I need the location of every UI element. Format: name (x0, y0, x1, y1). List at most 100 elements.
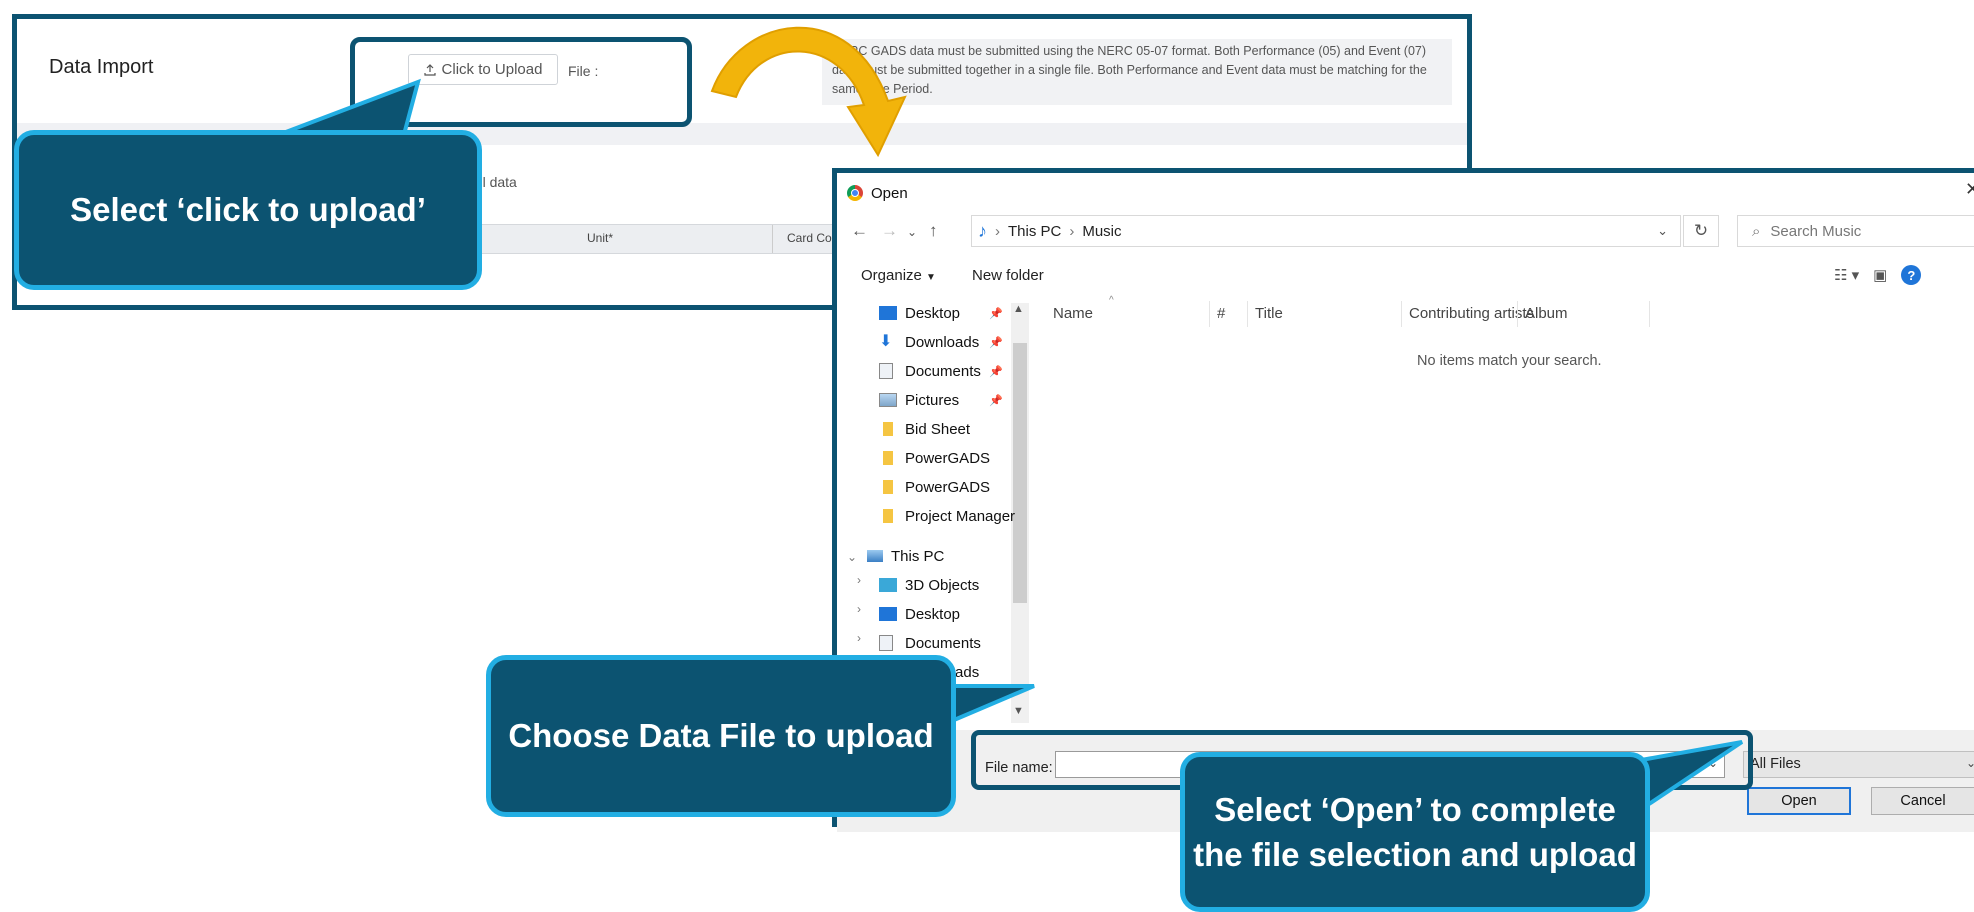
file-type-value: All Files (1750, 756, 1801, 772)
column-divider[interactable] (1649, 301, 1650, 327)
callout-select-upload: Select ‘click to upload’ (14, 130, 482, 290)
nav-item-documents[interactable]: Documents (879, 359, 981, 383)
search-icon: ⌕ (1752, 222, 1761, 240)
breadcrumb-separator-icon: › (1069, 222, 1075, 240)
search-input[interactable]: ⌕ Search Music (1737, 215, 1974, 247)
caret-down-icon: ▼ (926, 272, 936, 283)
chrome-icon (847, 185, 863, 201)
nav-item-project-manager[interactable]: Project Manager (879, 504, 1015, 528)
file-list-header: ^ Name # Title Contributing artists Albu… (1033, 295, 1974, 327)
empty-list-message: No items match your search. (1417, 353, 1602, 369)
breadcrumb-separator-icon: › (995, 222, 1000, 240)
3d-objects-icon (879, 578, 897, 592)
folder-icon (883, 509, 893, 523)
folder-icon (883, 422, 893, 436)
nav-item-label: PowerGADS (905, 478, 991, 496)
column-divider[interactable] (1209, 301, 1210, 327)
nav-item-label: 3D Objects (905, 576, 980, 594)
column-title[interactable]: Title (1255, 305, 1283, 322)
up-arrow-icon[interactable]: ↑ (929, 221, 938, 241)
music-note-icon: ♪ (978, 220, 987, 241)
breadcrumb-music[interactable]: Music (1082, 223, 1121, 240)
callout-select-open: Select ‘Open’ to complete the file selec… (1180, 752, 1650, 912)
nav-item-pictures[interactable]: Pictures (879, 388, 959, 412)
cancel-button[interactable]: Cancel (1871, 787, 1974, 815)
computer-icon (867, 550, 883, 562)
nav-item-desktop[interactable]: Desktop (879, 301, 960, 325)
folder-icon (883, 451, 893, 465)
pin-icon[interactable]: 📌 (989, 365, 1003, 378)
nav-item-3d-objects[interactable]: 3D Objects (879, 573, 979, 597)
nav-item-label: Downloads (905, 333, 980, 351)
chevron-down-icon[interactable]: ⌄ (1966, 756, 1974, 770)
nav-item-label: PowerGADS (905, 449, 991, 467)
documents-icon (879, 363, 893, 379)
command-bar: Organize ▼ New folder ☷ ▾ ▣ ? (837, 261, 1974, 291)
view-options-icon[interactable]: ☷ ▾ (1834, 266, 1859, 284)
column-card-code[interactable]: Card Cod (787, 231, 838, 245)
column-divider[interactable] (1247, 301, 1248, 327)
nav-item-bid-sheet[interactable]: Bid Sheet (879, 417, 970, 441)
documents-icon (879, 635, 893, 651)
folder-icon (883, 480, 893, 494)
view-controls: ☷ ▾ ▣ ? (1834, 265, 1922, 285)
chevron-right-icon[interactable]: › (857, 631, 861, 645)
downloads-icon: ⬇ (879, 333, 893, 350)
search-placeholder: Search Music (1770, 222, 1862, 240)
chevron-right-icon[interactable]: › (857, 573, 861, 587)
navigation-row: ← → ⌄ ↑ ♪ › This PC › Music ⌄ ↻ ⌕ Search… (837, 211, 1974, 251)
nav-item-powergads-2[interactable]: PowerGADS (879, 475, 990, 499)
back-arrow-icon[interactable]: ← (851, 221, 868, 241)
desktop-icon (879, 607, 897, 621)
nav-item-label: Bid Sheet (905, 420, 971, 438)
nav-item-label: Pictures (905, 391, 960, 409)
chevron-down-icon[interactable]: ⌄ (847, 550, 857, 564)
column-album[interactable]: Album (1525, 305, 1568, 322)
column-number[interactable]: # (1217, 305, 1225, 322)
help-icon[interactable]: ? (1901, 265, 1922, 285)
callout-line-1: Select ‘Open’ to complete (1214, 791, 1616, 828)
open-button[interactable]: Open (1747, 787, 1851, 815)
breadcrumb-this-pc[interactable]: This PC (1008, 223, 1061, 240)
nav-item-pc-documents[interactable]: Documents (879, 631, 981, 655)
new-folder-button[interactable]: New folder (972, 267, 1044, 284)
pictures-icon (879, 393, 897, 407)
nav-item-this-pc[interactable]: This PC (867, 544, 944, 568)
nav-item-label: Documents (905, 634, 981, 652)
nav-item-pc-desktop[interactable]: Desktop (879, 602, 960, 626)
callout-select-open-text: Select ‘Open’ to complete the file selec… (1193, 787, 1637, 877)
pin-icon[interactable]: 📌 (989, 394, 1003, 407)
callout-line-2: the file selection and upload (1193, 836, 1637, 873)
column-unit[interactable]: Unit* (587, 231, 613, 245)
refresh-button[interactable]: ↻ (1683, 215, 1719, 247)
close-icon[interactable]: ✕ (1965, 179, 1974, 200)
column-name[interactable]: Name (1053, 305, 1093, 322)
recent-chevron-icon[interactable]: ⌄ (907, 225, 917, 239)
organize-label: Organize (861, 267, 922, 284)
forward-arrow-icon[interactable]: → (881, 221, 898, 241)
organize-menu[interactable]: Organize ▼ (861, 267, 936, 284)
callout-choose-file: Choose Data File to upload (486, 655, 956, 817)
curved-arrow-icon (710, 26, 907, 158)
nav-item-downloads[interactable]: ⬇ Downloads (879, 330, 979, 354)
pin-icon[interactable]: 📌 (989, 307, 1003, 320)
nav-item-label: Desktop (905, 605, 961, 623)
column-divider[interactable] (1401, 301, 1402, 327)
chevron-right-icon[interactable]: › (857, 602, 861, 616)
column-contributing-artists[interactable]: Contributing artists (1409, 305, 1534, 322)
nav-item-powergads[interactable]: PowerGADS (879, 446, 990, 470)
file-type-select[interactable]: All Files ⌄ (1743, 751, 1974, 778)
column-divider[interactable] (1517, 301, 1518, 327)
dialog-titlebar: Open (847, 181, 908, 205)
nav-item-label: Project Manager (905, 507, 1016, 525)
pin-icon[interactable]: 📌 (989, 336, 1003, 349)
nav-item-label: This PC (891, 547, 945, 565)
nav-item-label: Documents (905, 362, 981, 380)
chevron-down-icon[interactable]: ⌄ (1657, 223, 1668, 239)
page-title: Data Import (49, 56, 154, 78)
sort-caret-icon: ^ (1109, 295, 1114, 306)
address-bar[interactable]: ♪ › This PC › Music ⌄ (971, 215, 1681, 247)
refresh-icon: ↻ (1693, 221, 1709, 240)
nav-item-label: Desktop (905, 304, 961, 322)
preview-pane-icon[interactable]: ▣ (1873, 266, 1887, 284)
